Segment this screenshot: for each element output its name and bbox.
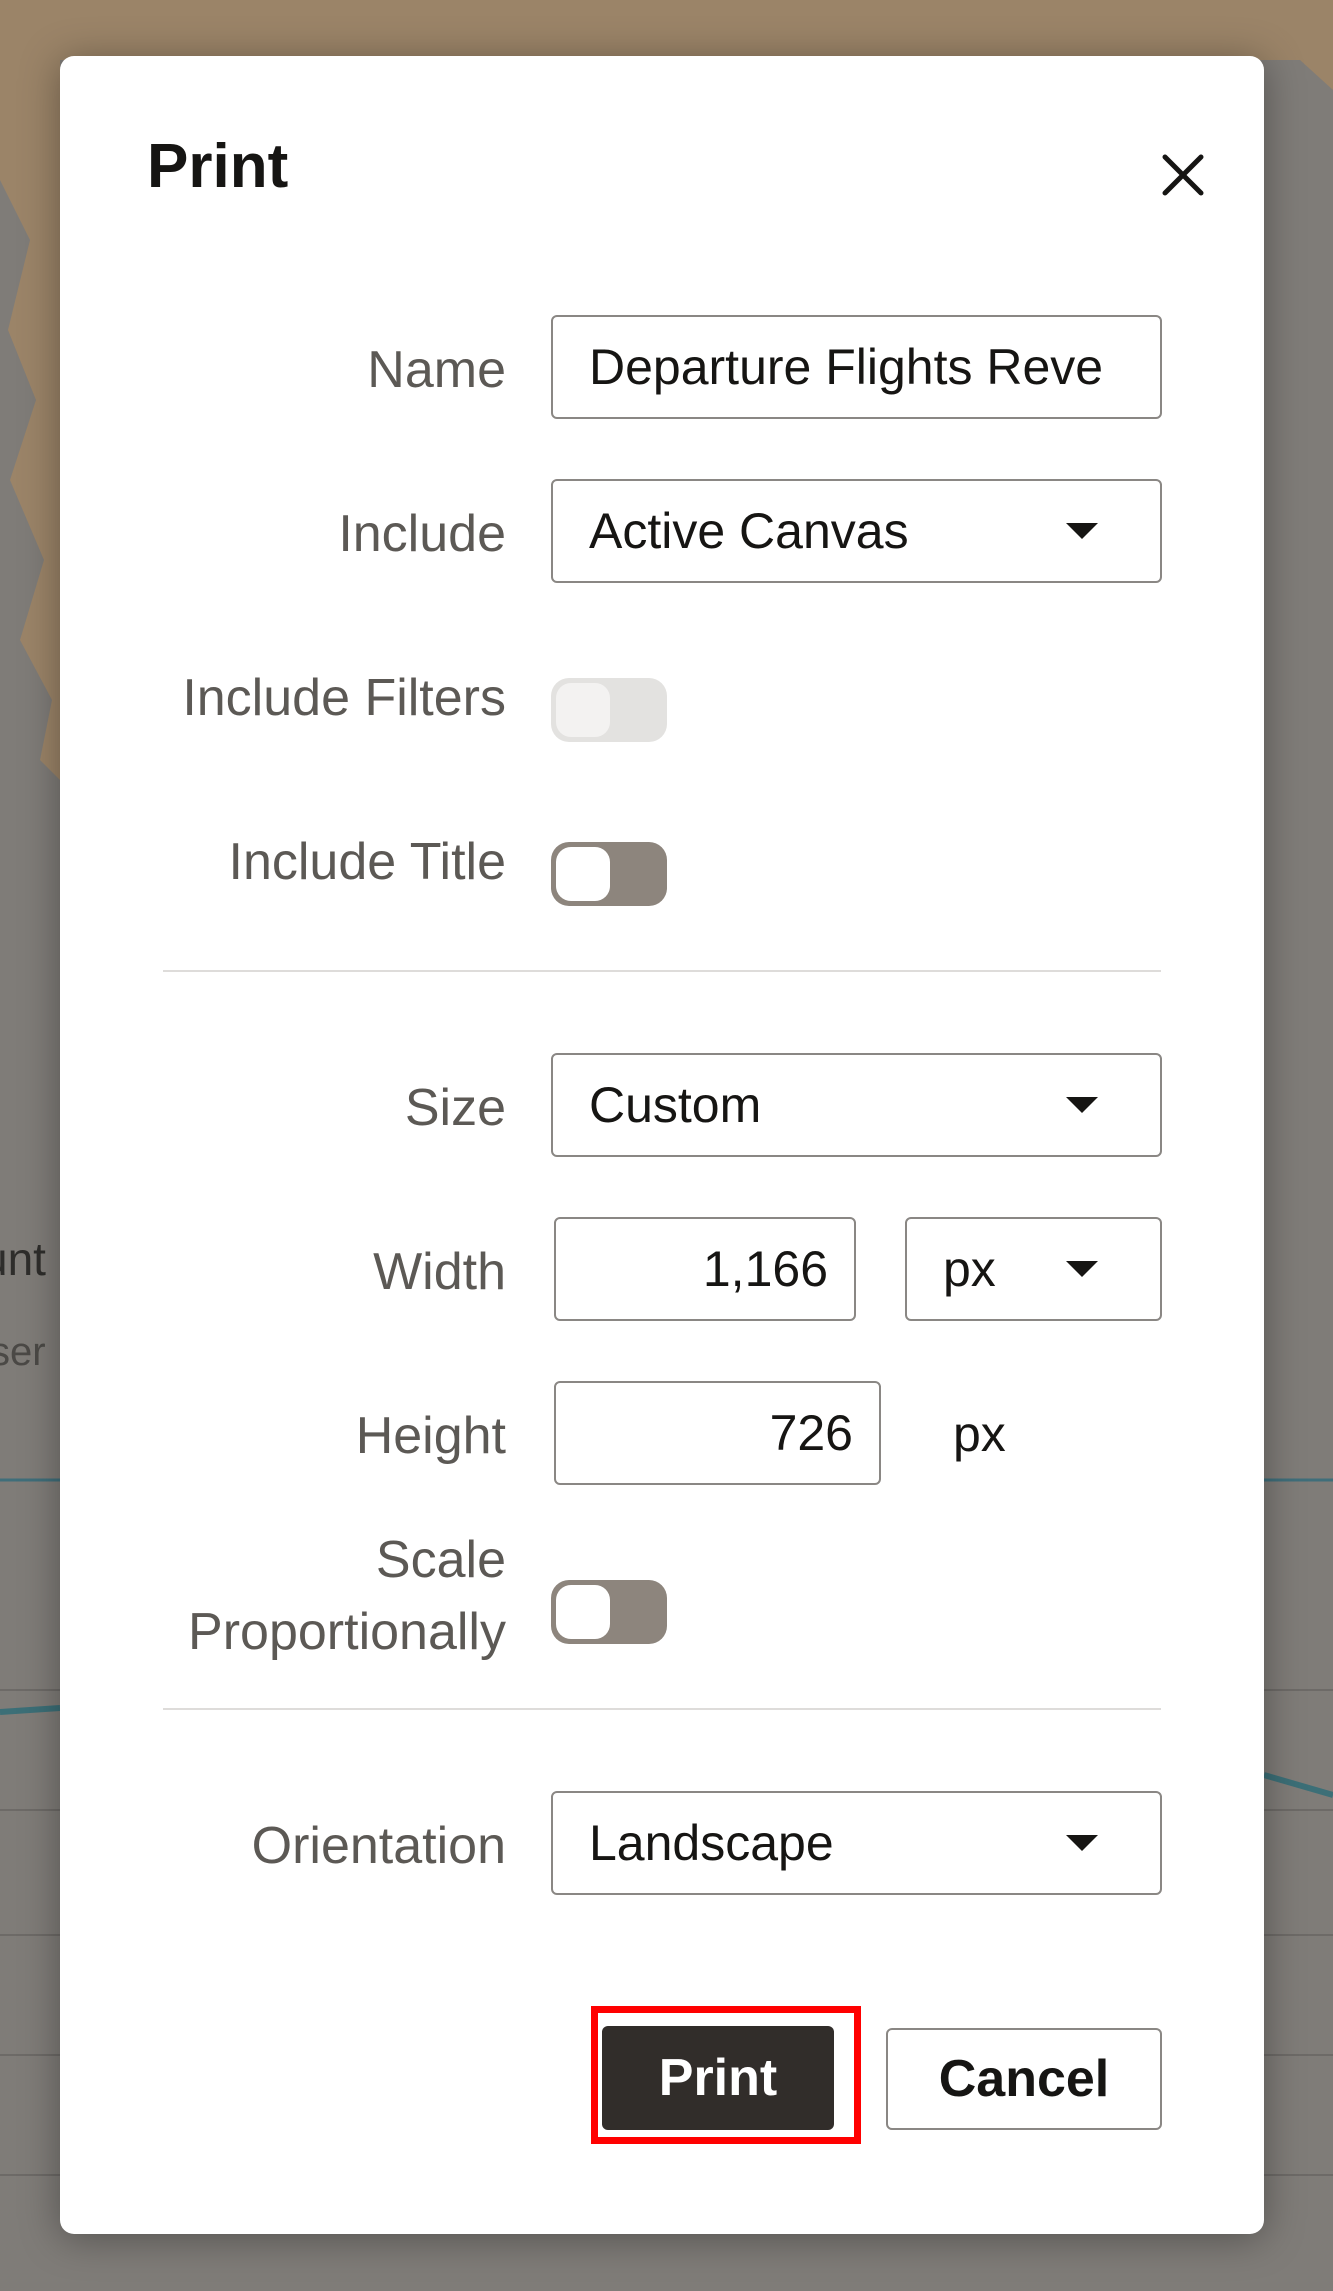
scale-proportionally-label-line2: Proportionally — [188, 1603, 506, 1661]
include-title-toggle[interactable] — [551, 842, 667, 906]
chevron-down-icon — [1066, 1261, 1098, 1277]
include-filters-toggle[interactable] — [551, 678, 667, 742]
height-unit-label: px — [953, 1406, 1006, 1462]
width-unit-value: px — [943, 1241, 996, 1297]
include-filters-label: Include Filters — [182, 669, 506, 727]
toggle-knob — [556, 1585, 610, 1639]
width-input[interactable]: 1,166 — [554, 1217, 856, 1321]
height-input-value: 726 — [769, 1405, 853, 1461]
include-select-value: Active Canvas — [589, 503, 909, 559]
width-input-value: 1,166 — [702, 1241, 828, 1297]
chevron-down-icon — [1066, 1835, 1098, 1851]
chart-series-line — [0, 1705, 61, 1715]
size-select-value: Custom — [589, 1077, 762, 1133]
toggle-knob — [556, 847, 610, 901]
include-label: Include — [338, 505, 506, 563]
chevron-down-icon — [1066, 1097, 1098, 1113]
height-label: Height — [355, 1407, 506, 1465]
map-land-shape — [0, 0, 1333, 60]
print-dialog: Print Name Departure Flights Reve Includ… — [60, 56, 1264, 2234]
close-icon — [1162, 154, 1204, 196]
include-title-label: Include Title — [228, 833, 507, 891]
toggle-knob — [556, 683, 610, 737]
dialog-title: Print — [147, 132, 289, 201]
orientation-select-value: Landscape — [589, 1815, 834, 1871]
background-partial-label: ser — [0, 1330, 46, 1374]
background-partial-label: unt — [0, 1233, 46, 1285]
chevron-down-icon — [1066, 523, 1098, 539]
width-unit-select[interactable]: px — [905, 1217, 1162, 1321]
size-label: Size — [404, 1079, 506, 1137]
orientation-select[interactable]: Landscape — [551, 1791, 1162, 1895]
name-label: Name — [367, 341, 506, 399]
close-button[interactable] — [1140, 132, 1226, 218]
height-input[interactable]: 726 — [554, 1381, 881, 1485]
name-input-value: Departure Flights Reve — [589, 339, 1104, 395]
orientation-label: Orientation — [251, 1817, 506, 1875]
scale-proportionally-toggle[interactable] — [551, 1580, 667, 1644]
include-select[interactable]: Active Canvas — [551, 479, 1162, 583]
width-label: Width — [373, 1243, 506, 1301]
section-divider — [163, 970, 1161, 972]
size-select[interactable]: Custom — [551, 1053, 1162, 1157]
print-button[interactable]: Print — [602, 2026, 834, 2130]
cancel-button[interactable]: Cancel — [886, 2028, 1162, 2130]
scale-proportionally-label-line1: Scale — [375, 1531, 506, 1589]
name-input[interactable]: Departure Flights Reve — [551, 315, 1162, 419]
section-divider — [163, 1708, 1161, 1710]
